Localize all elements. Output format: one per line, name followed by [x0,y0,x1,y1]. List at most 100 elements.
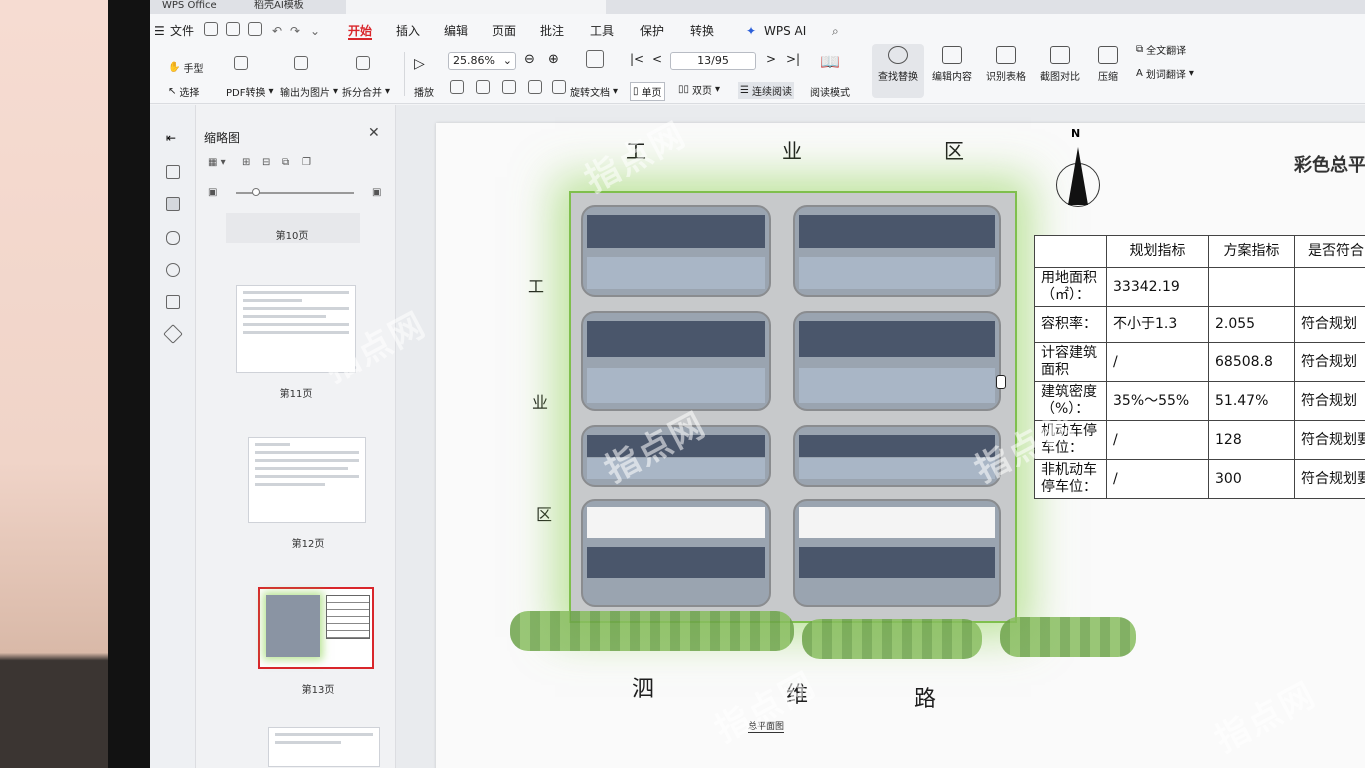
tab-start[interactable]: 开始 [348,22,373,40]
chevron-down-icon[interactable]: ⌄ [310,22,320,40]
full-translate-button[interactable]: ⧉ 全文翻译 [1136,42,1186,57]
collapse-icon[interactable]: ⇤ [166,131,176,145]
layers-icon[interactable] [163,324,183,344]
play-button[interactable]: 播放 [414,84,434,99]
table-cell [1294,267,1365,307]
thumbnail-page-11[interactable] [236,285,356,373]
table-cell: 51.47% [1208,381,1295,421]
drawing-caption: 总平面图 [748,719,785,733]
thumbnail-icon[interactable] [166,197,180,211]
attachment-icon[interactable] [166,263,180,277]
tab-wps-ai[interactable]: WPS AI [764,22,806,40]
thumbnail-panel: 缩略图 ✕ ▦ ▾ ⊞ ⊟ ⧉ ❐ ▣ ▣ 第10页 第11页 第12页 第13… [196,105,396,768]
tab-current-doc[interactable] [346,0,606,14]
pdf-convert-button[interactable]: PDF转换 ▾ [226,84,274,99]
green-belt [1000,617,1136,657]
rotate-doc-button[interactable]: 旋转文档 ▾ [570,84,618,99]
rotate-icon[interactable] [552,80,566,94]
table-row: 用地面积（㎡）： 33342.19 [1034,267,1365,307]
page-tools-icon[interactable] [586,50,604,68]
crop-icon[interactable] [528,80,542,94]
thumbnail-page-12[interactable] [248,437,366,523]
table-cell: / [1106,459,1209,499]
hand-tool-button[interactable]: ✋ 手型 [168,60,203,75]
grid-view-icon[interactable]: ▦ ▾ [208,157,226,168]
copy-page-icon[interactable]: ❐ [302,157,311,168]
actual-size-icon[interactable] [502,80,516,94]
table-cell: 2.055 [1208,306,1295,343]
left-zone-label-2: 业 [532,393,549,412]
large-thumb-icon: ▣ [372,187,382,198]
table-cell: 35%～55% [1106,381,1209,421]
table-header-row: 规划指标 方案指标 是否符合 [1034,235,1365,268]
zoom-in-icon[interactable]: ⊕ [548,52,559,67]
close-icon[interactable]: ✕ [368,125,380,141]
table-cell: / [1106,420,1209,460]
page-12-label: 第12页 [291,539,325,550]
tab-protect[interactable]: 保护 [640,22,664,40]
next-page-icon[interactable]: > [766,52,776,66]
fit-page-icon[interactable] [476,80,490,94]
save-icon[interactable] [204,22,218,40]
first-page-icon[interactable]: |< [630,52,644,66]
continuous-read-button[interactable]: ☰ 连续阅读 [738,82,794,99]
print-icon[interactable] [248,22,262,40]
read-mode-button[interactable]: 阅读模式 [810,84,850,99]
zoom-input[interactable]: 25.86% ⌄ [448,52,516,70]
zoom-out-icon[interactable]: ⊖ [524,52,535,67]
play-icon: ▷ [414,56,425,72]
search-icon[interactable]: ⌕ [832,22,839,40]
tab-bar: WPS Office 稻壳AI模板 [150,0,1365,14]
bookmark-icon[interactable] [166,165,180,179]
building-block [793,311,1001,411]
tab-annotate[interactable]: 批注 [540,22,564,40]
page-number-input[interactable]: 13/95 [670,52,756,70]
undo-icon[interactable]: ↶ [272,22,282,40]
tab-wps-office[interactable]: WPS Office [154,0,225,14]
comment-icon[interactable] [166,231,180,245]
double-page-button[interactable]: ▯▯ 双页 ▾ [678,82,720,97]
tab-edit[interactable]: 编辑 [444,22,468,40]
menu-icon[interactable]: ☰ [154,22,165,40]
recognize-table-button[interactable]: 识别表格 [978,46,1034,83]
table-cell: 符合规划要 [1294,459,1365,499]
planning-index-table: 规划指标 方案指标 是否符合 用地面积（㎡）： 33342.19 容积率： 不小… [1034,235,1365,499]
document-viewport[interactable]: 工 业 区 工 业 区 泗 维 路 总平面图 N 彩色总平 规划指标 方案指标 … [396,105,1365,768]
tab-insert[interactable]: 插入 [396,22,420,40]
menu-file[interactable]: 文件 [170,22,194,40]
word-translate-button[interactable]: A 划词翻译 ▾ [1136,66,1194,81]
tab-convert[interactable]: 转换 [690,22,714,40]
building-block [793,425,1001,487]
export-image-button[interactable]: 输出为图片 ▾ [280,84,338,99]
table-cell: 非机动车停车位： [1034,459,1107,499]
thumbnail-page-14[interactable] [268,727,380,767]
find-replace-button[interactable]: 查找替换 [870,46,926,83]
thumbnail-page-13[interactable] [258,587,374,669]
prev-page-icon[interactable]: < [652,52,662,66]
tab-page[interactable]: 页面 [492,22,516,40]
redo-icon[interactable]: ↷ [290,22,300,40]
table-cell: 机动车停车位： [1034,420,1107,460]
pdf-convert-icon [234,56,248,70]
fit-width-icon[interactable] [450,80,464,94]
replace-page-icon[interactable]: ⧉ [282,157,289,168]
slider-knob[interactable] [252,188,260,196]
signature-icon[interactable] [166,295,180,309]
tab-template[interactable]: 稻壳AI模板 [246,0,312,14]
translate-icon: ⧉ [1136,44,1144,55]
single-page-button[interactable]: ▯ 单页 [630,82,665,101]
hand-icon: ✋ [168,62,181,73]
edit-content-button[interactable]: 编辑内容 [924,46,980,83]
compress-button[interactable]: 压缩 [1080,46,1136,83]
split-merge-button[interactable]: 拆分合并 ▾ [342,84,390,99]
select-tool-button[interactable]: ↖ 选择 [168,84,199,99]
tab-tools[interactable]: 工具 [590,22,614,40]
insert-page-icon[interactable]: ⊞ [242,157,250,168]
extract-page-icon[interactable]: ⊟ [262,157,270,168]
table-cell: / [1106,342,1209,382]
wps-ai-icon[interactable]: ✦ [746,22,756,40]
building-block [793,205,1001,297]
export-icon[interactable] [226,22,240,40]
left-zone-label-1: 工 [528,277,545,296]
last-page-icon[interactable]: >| [786,52,800,66]
